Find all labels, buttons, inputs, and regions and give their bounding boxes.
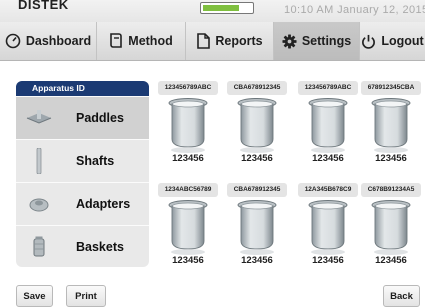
- sidebar-item-label: Adapters: [76, 197, 131, 211]
- vessel-icon: [308, 97, 348, 160]
- basket-icon: [16, 236, 62, 258]
- vessel-tile[interactable]: CBA678912345 123456: [227, 81, 287, 173]
- document-icon: [196, 33, 211, 49]
- vessel-icon: [371, 97, 411, 160]
- vessel-id: 12A345B678C9: [298, 183, 358, 197]
- date-time: 10:10 AM January 12, 2015: [284, 4, 425, 16]
- sidebar-header: Apparatus ID: [16, 81, 149, 96]
- tab-reports[interactable]: Reports: [186, 22, 274, 60]
- tab-dashboard[interactable]: Dashboard: [0, 22, 97, 60]
- gear-icon: [282, 33, 297, 49]
- vessel-number: 123456: [241, 255, 273, 266]
- shaft-icon: [16, 148, 62, 174]
- vessel-number: 123456: [172, 153, 204, 164]
- vessel-icon: [168, 97, 208, 160]
- settings-page: Apparatus ID Paddles Shafts Adapters Bas…: [0, 61, 425, 307]
- main-nav: Dashboard Method Reports Settings Logout: [0, 22, 425, 61]
- sidebar-item-label: Shafts: [76, 154, 115, 168]
- adapter-icon: [16, 196, 62, 212]
- tab-settings[interactable]: Settings: [274, 22, 360, 60]
- brand-logo: DISTEK: [18, 0, 69, 12]
- vessel-number: 123456: [241, 153, 273, 164]
- vessel-icon: [168, 199, 208, 262]
- gauge-icon: [5, 33, 21, 49]
- vessel-tile[interactable]: 123456789ABC 123456: [158, 81, 218, 173]
- tab-label: Logout: [381, 34, 424, 48]
- print-button[interactable]: Print: [66, 285, 106, 307]
- tab-label: Reports: [215, 34, 263, 48]
- tab-method[interactable]: Method: [97, 22, 186, 60]
- vessel-id: CBA678912345: [227, 183, 287, 197]
- vessel-tile[interactable]: CBA678912345 123456: [227, 183, 287, 275]
- sidebar-item-label: Paddles: [76, 111, 124, 125]
- vessel-id: 123456789ABC: [298, 81, 358, 95]
- vessel-id: 123456789ABC: [158, 81, 218, 95]
- tab-logout[interactable]: Logout: [360, 22, 425, 60]
- back-button[interactable]: Back: [383, 285, 420, 307]
- power-icon: [361, 34, 376, 49]
- vessel-id: CBA678912345: [227, 81, 287, 95]
- vessel-number: 123456: [312, 255, 344, 266]
- sidebar-item-baskets[interactable]: Baskets: [16, 225, 149, 267]
- vessel-icon: [371, 199, 411, 262]
- vessel-tile[interactable]: 123456789ABC 123456: [298, 81, 358, 173]
- status-bar: DISTEK 10:10 AM January 12, 2015: [0, 0, 425, 22]
- vessel-tile[interactable]: C678B91234A5 123456: [361, 183, 421, 275]
- vessel-tile[interactable]: 1234ABC56789 123456: [158, 183, 218, 275]
- vessel-number: 123456: [172, 255, 204, 266]
- vessel-number: 123456: [312, 153, 344, 164]
- apparatus-sidebar: Apparatus ID Paddles Shafts Adapters Bas…: [16, 81, 149, 267]
- vessel-id: 1234ABC56789: [158, 183, 218, 197]
- vessel-id: 678912345CBA: [361, 81, 421, 95]
- sidebar-item-adapters[interactable]: Adapters: [16, 182, 149, 225]
- tab-label: Method: [128, 34, 173, 48]
- sidebar-item-paddles[interactable]: Paddles: [16, 96, 149, 139]
- vessel-icon: [308, 199, 348, 262]
- vessel-id: C678B91234A5: [361, 183, 421, 197]
- vessel-tile[interactable]: 12A345B678C9 123456: [298, 183, 358, 275]
- vessel-icon: [237, 199, 277, 262]
- vessel-number: 123456: [375, 153, 407, 164]
- tab-label: Dashboard: [25, 34, 92, 48]
- method-icon: [109, 33, 123, 49]
- vessel-number: 123456: [375, 255, 407, 266]
- battery-fill: [203, 5, 240, 11]
- save-button[interactable]: Save: [16, 285, 53, 307]
- battery-indicator: [200, 2, 254, 14]
- vessel-tile[interactable]: 678912345CBA 123456: [361, 81, 421, 173]
- vessel-icon: [237, 97, 277, 160]
- sidebar-item-label: Baskets: [76, 240, 124, 254]
- vessel-grid: 123456789ABC 123456 CBA678912345 123456 1234…: [158, 81, 421, 271]
- paddle-icon: [16, 110, 62, 126]
- sidebar-item-shafts[interactable]: Shafts: [16, 139, 149, 182]
- tab-label: Settings: [301, 34, 352, 48]
